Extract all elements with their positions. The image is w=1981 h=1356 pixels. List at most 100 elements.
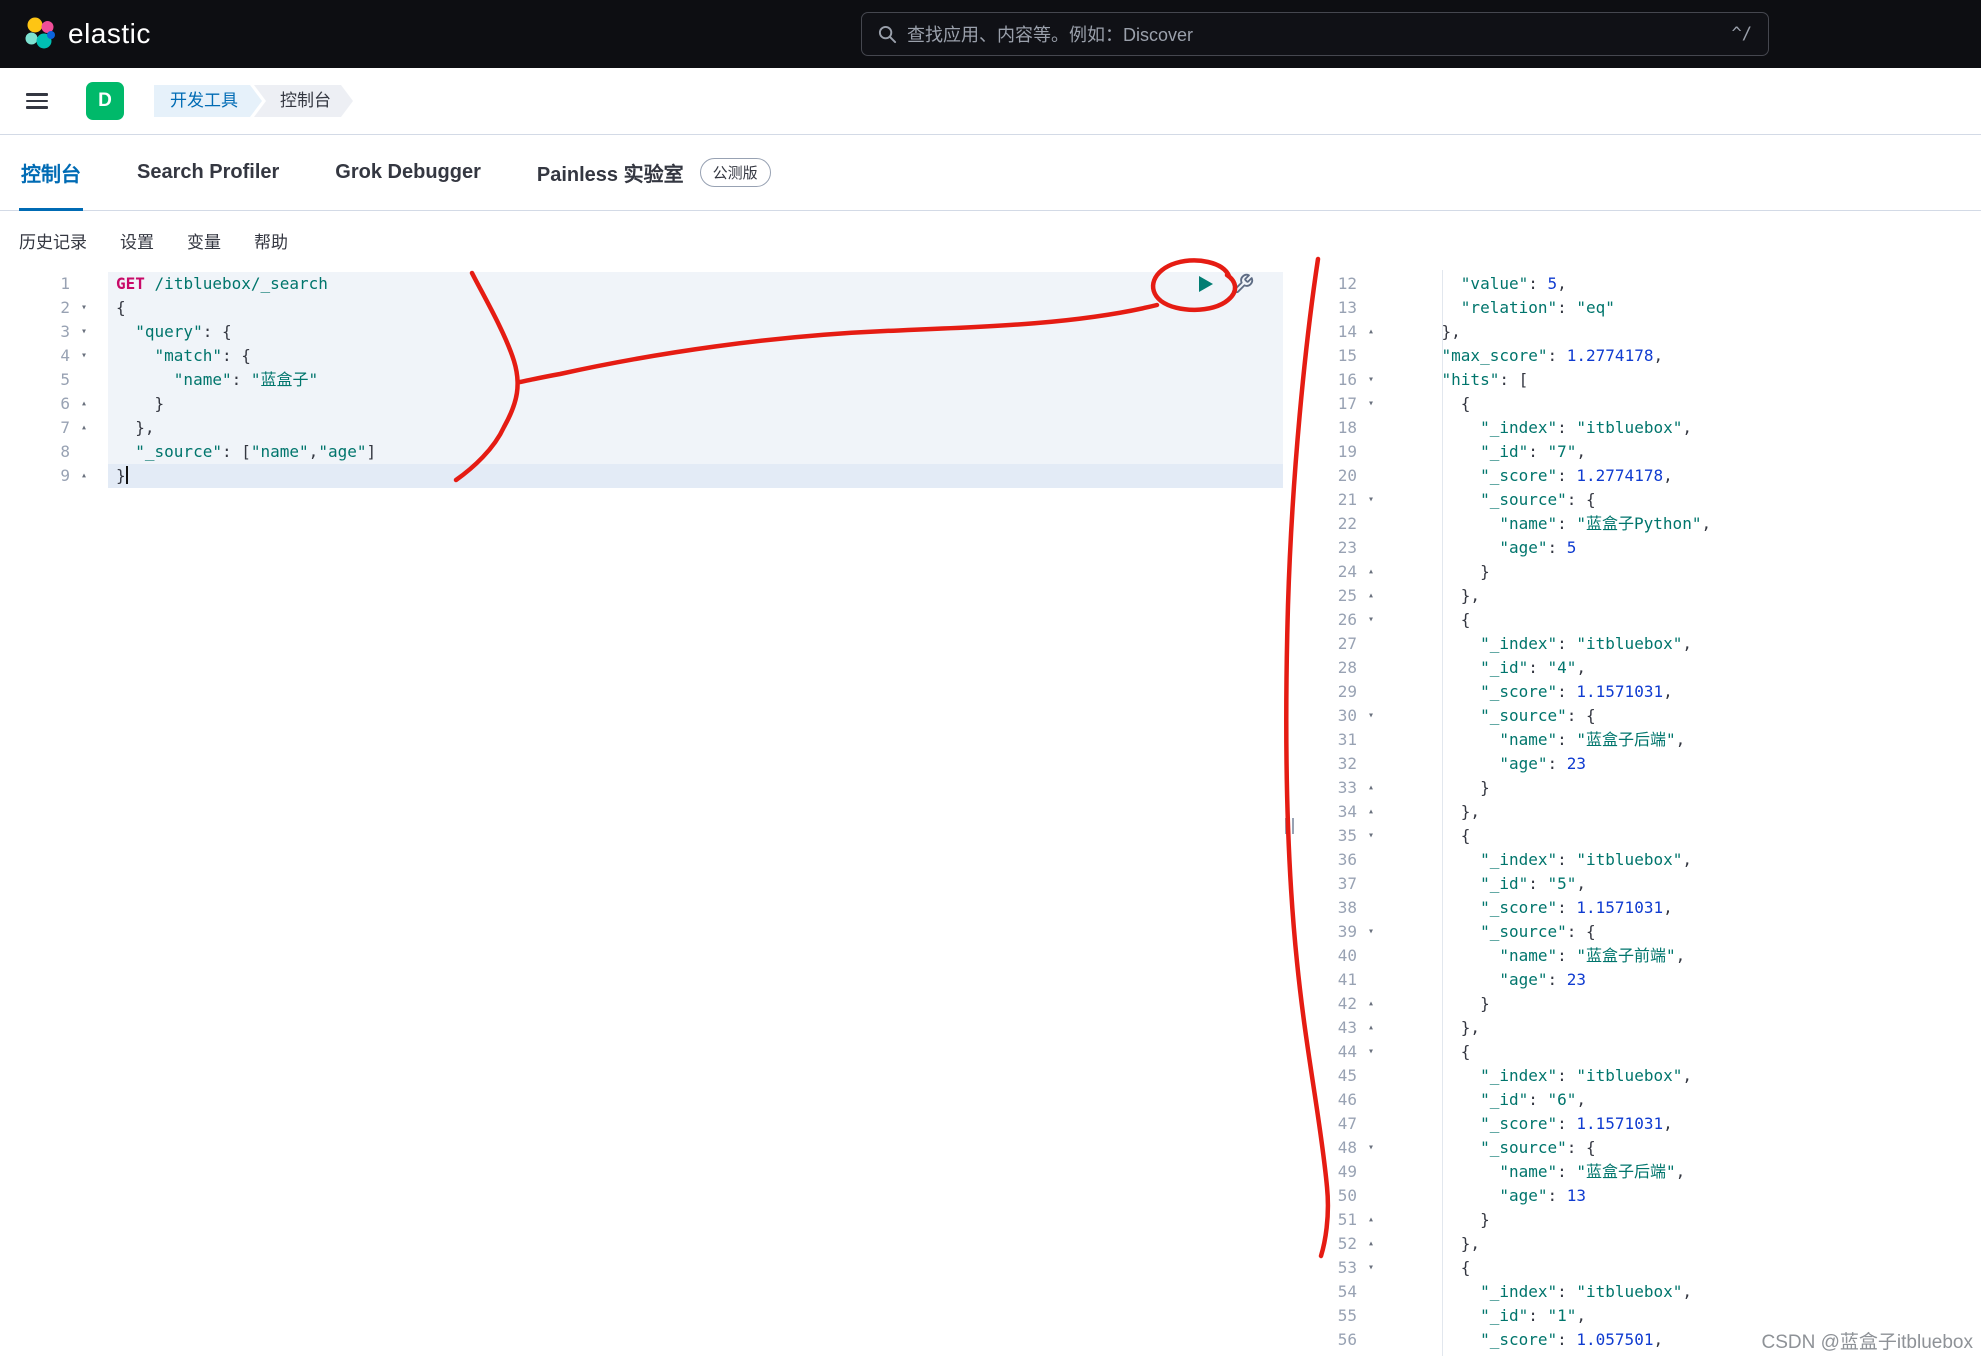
output-line: 22 "name": "蓝盒子Python", — [1296, 512, 1981, 536]
code-text: }, — [1460, 802, 1481, 821]
help-button[interactable]: 帮助 — [254, 228, 288, 253]
code-text: }, — [1403, 322, 1461, 341]
output-line: 19 "_id": "7", — [1296, 440, 1981, 464]
code-text: "name": "蓝盒子后端", — [1499, 1162, 1686, 1181]
code-text[interactable]: "_source": ["name","age"] — [108, 440, 1283, 464]
dev-tools-tabs: 控制台 Search Profiler Grok Debugger Painle… — [0, 135, 1981, 211]
fold-open-icon[interactable]: ▾ — [1357, 608, 1385, 632]
editor-line[interactable]: 2 ▾ { — [0, 296, 1283, 320]
line-number: 14 — [1337, 322, 1357, 341]
code-text[interactable]: } — [108, 464, 1283, 488]
space-avatar[interactable]: D — [86, 82, 124, 120]
output-line: 24 ▴ } — [1296, 560, 1981, 584]
code-text[interactable]: }, — [108, 416, 1283, 440]
fold-close-icon[interactable]: ▴ — [1357, 800, 1385, 824]
breadcrumb-console[interactable]: 控制台 — [254, 85, 353, 117]
line-number: 2 — [60, 298, 70, 317]
fold-open-icon[interactable]: ▾ — [1357, 704, 1385, 728]
fold-close-icon[interactable]: ▴ — [1357, 584, 1385, 608]
code-text: "_index": "itbluebox", — [1480, 1066, 1692, 1085]
fold-close-icon[interactable]: ▴ — [70, 416, 98, 440]
breadcrumb-dev-tools[interactable]: 开发工具 — [154, 85, 262, 117]
fold-close-icon[interactable]: ▴ — [1357, 320, 1385, 344]
editor-line[interactable]: 3 ▾ "query": { — [0, 320, 1283, 344]
fold-open-icon[interactable]: ▾ — [1357, 824, 1385, 848]
tab-group-painless: Painless 实验室 公测版 — [535, 135, 771, 210]
code-text[interactable]: "name": "蓝盒子" — [108, 368, 1283, 392]
code-text[interactable]: GET /itbluebox/_search — [108, 272, 1283, 296]
fold-open-icon[interactable]: ▾ — [1357, 368, 1385, 392]
editor-line[interactable]: 4 ▾ "match": { — [0, 344, 1283, 368]
editor-line[interactable]: 8 "_source": ["name","age"] — [0, 440, 1283, 464]
fold-open-icon[interactable]: ▾ — [70, 344, 98, 368]
code-text[interactable]: { — [108, 296, 1283, 320]
tab-painless-lab[interactable]: Painless 实验室 — [535, 135, 686, 210]
elastic-logo[interactable]: elastic — [22, 16, 151, 52]
editor-line[interactable]: 9 ▴} — [0, 464, 1283, 488]
line-gutter: 29 — [1296, 680, 1386, 704]
output-line: 32 "age": 23 — [1296, 752, 1981, 776]
nav-bar: D 开发工具 控制台 — [0, 68, 1981, 135]
request-options-button[interactable] — [1230, 272, 1256, 298]
request-editor[interactable]: 1 GET /itbluebox/_search 2 ▾{3 ▾ "query": {4… — [0, 270, 1283, 1356]
line-number: 51 — [1337, 1210, 1357, 1229]
fold-close-icon[interactable]: ▴ — [70, 392, 98, 416]
global-search-input[interactable]: 查找应用、内容等。例如：Discover ^/ — [861, 12, 1769, 56]
code-text[interactable]: "match": { — [108, 344, 1283, 368]
line-gutter: 17 ▾ — [1296, 392, 1386, 416]
line-number: 37 — [1337, 874, 1357, 893]
editor-line[interactable]: 6 ▴ } — [0, 392, 1283, 416]
fold-open-icon[interactable]: ▾ — [1357, 1040, 1385, 1064]
fold-close-icon[interactable]: ▴ — [1357, 1232, 1385, 1256]
settings-button[interactable]: 设置 — [120, 228, 154, 253]
fold-open-icon[interactable]: ▾ — [1357, 488, 1385, 512]
line-number: 49 — [1337, 1162, 1357, 1181]
code-text[interactable]: } — [108, 392, 1283, 416]
pane-splitter[interactable] — [1283, 270, 1296, 1356]
code-text[interactable]: "query": { — [108, 320, 1283, 344]
fold-close-icon[interactable]: ▴ — [1357, 992, 1385, 1016]
fold-close-icon[interactable]: ▴ — [1357, 1208, 1385, 1232]
line-gutter: 33 ▴ — [1296, 776, 1386, 800]
fold-open-icon[interactable]: ▾ — [1357, 920, 1385, 944]
fold-open-icon[interactable]: ▾ — [70, 320, 98, 344]
request-actions — [1192, 272, 1256, 298]
editor-line[interactable]: 1 GET /itbluebox/_search — [0, 272, 1283, 296]
line-gutter: 50 — [1296, 1184, 1386, 1208]
global-header: elastic 查找应用、内容等。例如：Discover ^/ — [0, 0, 1981, 68]
output-line: 28 "_id": "4", — [1296, 656, 1981, 680]
menu-icon[interactable] — [26, 93, 48, 109]
output-line: 51 ▴ } — [1296, 1208, 1981, 1232]
line-gutter: 45 — [1296, 1064, 1386, 1088]
send-request-button[interactable] — [1192, 272, 1218, 298]
code-text: "age": 23 — [1499, 754, 1587, 773]
output-line: 55 "_id": "1", — [1296, 1304, 1981, 1328]
fold-close-icon[interactable]: ▴ — [1357, 1016, 1385, 1040]
fold-close-icon[interactable]: ▴ — [70, 464, 98, 488]
editor-line[interactable]: 7 ▴ }, — [0, 416, 1283, 440]
history-button[interactable]: 历史记录 — [19, 228, 87, 253]
fold-open-icon[interactable]: ▾ — [1357, 1136, 1385, 1160]
tab-search-profiler[interactable]: Search Profiler — [135, 135, 281, 210]
fold-close-icon[interactable]: ▴ — [1357, 776, 1385, 800]
fold-open-icon[interactable]: ▾ — [1357, 392, 1385, 416]
tab-grok-debugger[interactable]: Grok Debugger — [333, 135, 483, 210]
code-text: "_id": "1", — [1480, 1306, 1587, 1325]
fold-open-icon[interactable]: ▾ — [1357, 1256, 1385, 1280]
fold-open-icon[interactable]: ▾ — [70, 296, 98, 320]
tab-console[interactable]: 控制台 — [19, 135, 83, 211]
line-number: 21 — [1337, 490, 1357, 509]
keyboard-shortcut-hint: ^/ — [1731, 24, 1752, 44]
code-text: "_score": 1.2774178, — [1480, 466, 1673, 485]
editor-line[interactable]: 5 "name": "蓝盒子" — [0, 368, 1283, 392]
code-text: "_source": { — [1480, 490, 1596, 509]
line-number: 19 — [1337, 442, 1357, 461]
variables-button[interactable]: 变量 — [187, 228, 221, 253]
fold-close-icon[interactable]: ▴ — [1357, 560, 1385, 584]
